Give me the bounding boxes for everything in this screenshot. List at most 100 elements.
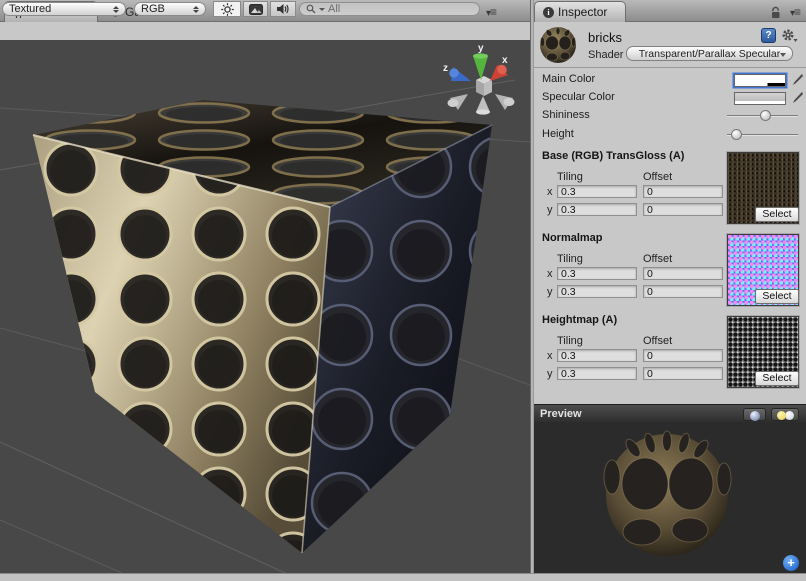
add-button[interactable]: + [783,555,799,571]
specular-color-swatch[interactable] [734,92,786,105]
offset-header: Offset [643,253,672,265]
audio-toggle-button[interactable] [270,1,296,17]
gizmo-negative-axes[interactable] [448,94,515,115]
main-color-label: Main Color [542,73,595,85]
axis-y-label: y [547,286,553,298]
specular-color-eyedropper-icon[interactable] [791,91,803,104]
light-on-icon [777,411,786,420]
material-header: bricks Shader Transparent/Parallax Specu… [534,22,806,68]
info-icon: i [543,7,554,18]
scene-pane-menu-icon[interactable]: ▾≡ [486,5,496,19]
unity-editor-window: Scene Game ▾≡ Textured RGB [0,0,806,581]
base-offset-y-input[interactable] [643,203,723,216]
cube-mesh[interactable] [33,100,492,553]
axis-x-label: x [547,268,553,280]
shader-label: Shader [588,49,623,61]
inspector-pane: i Inspector ▾≡ [534,0,806,573]
shininess-label: Shininess [542,109,590,121]
channel-mode-value: RGB [141,3,165,15]
preview-lighting-button[interactable] [771,408,799,421]
sphere-icon [750,411,760,421]
tiling-header: Tiling [557,253,583,265]
preview-header[interactable]: Preview [534,404,806,422]
search-filter-arrow-icon[interactable] [319,8,325,11]
main-color-alpha-bar [735,83,785,86]
render-mode-dropdown[interactable]: Textured [2,2,126,16]
specular-color-alpha-bar [735,101,785,104]
search-input[interactable] [328,3,458,15]
normalmap-select-button[interactable]: Select [755,289,799,304]
scene-search-field[interactable] [299,2,480,16]
channel-mode-dropdown[interactable]: RGB [134,2,206,16]
dropdown-arrows-icon [193,6,199,13]
image-icon [249,4,263,15]
section-title-heightmap: Heightmap (A) [542,314,617,326]
preview-mesh-button[interactable] [743,408,766,421]
help-icon[interactable]: ? [761,28,776,43]
height-slider-handle[interactable] [731,129,742,140]
shininess-slider[interactable] [727,115,798,117]
height-tiling-x-input[interactable] [557,349,637,362]
main-color-eyedropper-icon[interactable] [791,73,803,86]
height-slider[interactable] [727,134,798,136]
preview-body[interactable]: + [534,422,806,573]
normal-tiling-x-input[interactable] [557,267,637,280]
base-texture-select-button[interactable]: Select [755,207,799,222]
gizmo-z-label: z [443,63,448,74]
offset-header: Offset [643,335,672,347]
render-mode-value: Textured [9,3,51,15]
inspector-pane-menu-icon[interactable]: ▾≡ [790,5,800,19]
tab-inspector-label: Inspector [558,5,607,19]
base-offset-x-input[interactable] [643,185,723,198]
axis-y-label: y [547,368,553,380]
gizmo-cube [476,76,492,96]
shader-dropdown[interactable]: Transparent/Parallax Specular [626,46,793,61]
render-paths-button[interactable] [243,1,268,17]
offset-header: Offset [643,171,672,183]
normal-tiling-y-input[interactable] [557,285,637,298]
scene-viewport[interactable]: y x z [0,40,530,573]
specular-color-label: Specular Color [542,91,615,103]
main-color-swatch[interactable] [734,74,786,87]
gear-icon[interactable] [781,28,798,43]
shininess-slider-handle[interactable] [760,110,771,121]
tab-inspector[interactable]: i Inspector [534,1,626,22]
base-tiling-y-input[interactable] [557,203,637,216]
material-ball-icon [538,25,578,65]
material-name: bricks [588,30,622,45]
axis-x-label: x [547,186,553,198]
tiling-header: Tiling [557,335,583,347]
height-offset-x-input[interactable] [643,349,723,362]
lighting-toggle-button[interactable] [213,1,241,17]
window-bottom-strip [0,573,806,581]
base-tiling-x-input[interactable] [557,185,637,198]
inspector-tabbar: i Inspector ▾≡ [534,0,806,22]
section-title-normalmap: Normalmap [542,232,603,244]
normal-offset-y-input[interactable] [643,285,723,298]
scene-pane: Scene Game ▾≡ Textured RGB [0,0,530,573]
height-label: Height [542,128,574,140]
gizmo-x-axis[interactable]: x [490,55,509,81]
gizmo-z-axis[interactable]: z [443,63,471,81]
material-preview-sphere [534,422,806,573]
heightmap-select-button[interactable]: Select [755,371,799,386]
light-off-icon [785,411,794,420]
scene-3d-view: y x z [0,40,530,573]
scene-toolbar: Textured RGB [0,0,530,18]
height-offset-y-input[interactable] [643,367,723,380]
gizmo-y-axis[interactable]: y [473,43,488,80]
height-tiling-y-input[interactable] [557,367,637,380]
shader-value: Transparent/Parallax Specular [639,48,780,60]
gizmo-x-label: x [502,55,508,66]
section-title-base: Base (RGB) TransGloss (A) [542,150,684,162]
gizmo-y-label: y [478,43,484,54]
lock-icon[interactable] [770,6,781,19]
speaker-icon [276,3,290,15]
orientation-gizmo[interactable]: y x z [443,43,515,115]
preview-title: Preview [540,408,582,420]
axis-x-label: x [547,350,553,362]
tiling-header: Tiling [557,171,583,183]
sun-icon [221,3,234,16]
chevron-down-icon [780,53,786,57]
normal-offset-x-input[interactable] [643,267,723,280]
